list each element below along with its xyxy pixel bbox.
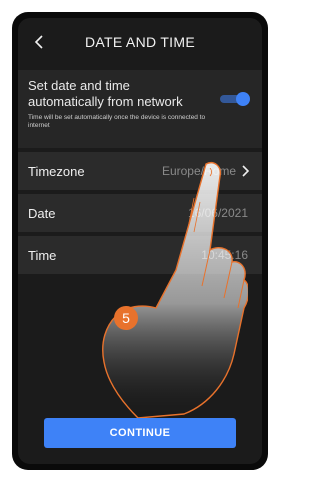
time-label: Time (28, 247, 57, 263)
auto-sync-title: Set date and time automatically from net… (28, 78, 183, 109)
chevron-left-icon (34, 35, 43, 49)
auto-sync-description: Time will be set automatically once the … (28, 114, 206, 129)
back-button[interactable] (28, 31, 50, 53)
continue-button[interactable]: CONTINUE (44, 418, 236, 448)
header-bar: DATE AND TIME (18, 18, 262, 66)
page-title: DATE AND TIME (85, 34, 195, 50)
timezone-label: Timezone (28, 163, 85, 179)
pointing-hand-illustration (102, 162, 248, 418)
date-label: Date (28, 205, 56, 221)
toggle-knob (236, 92, 250, 106)
step-number-badge: 5 (114, 306, 138, 330)
device-frame: DATE AND TIME Set date and time automati… (12, 12, 268, 470)
auto-sync-section: Set date and time automatically from net… (18, 70, 262, 148)
screen: DATE AND TIME Set date and time automati… (18, 18, 262, 464)
auto-sync-toggle[interactable] (220, 92, 250, 106)
